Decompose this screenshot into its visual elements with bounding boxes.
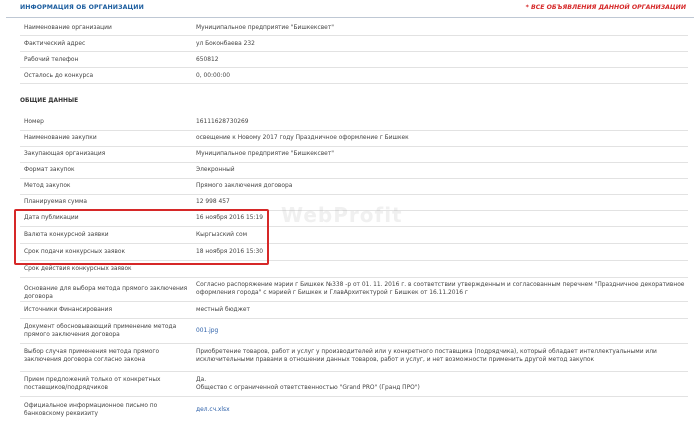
row-value: 0, 00:00:00 — [196, 73, 230, 79]
row-label: Прием предложений только от конкретных п… — [24, 377, 161, 391]
row-label: Документ обосновывающий применение метод… — [24, 324, 177, 338]
table-row: Фактический адрес ул Боконбаева 232 — [20, 38, 688, 52]
row-label: Официальное информационное письмо по бан… — [24, 403, 158, 417]
table-row: Срок действия конкурсных заявок — [20, 263, 688, 278]
row-label: Номер — [24, 119, 44, 125]
row-value: 16111628730269 — [196, 119, 249, 125]
table-row: Основание для выбора метода прямого закл… — [20, 279, 688, 302]
row-value: Согласно распоряжение мэрии г Бишкек №33… — [196, 282, 685, 296]
document-link[interactable]: 001.jpg — [196, 328, 686, 336]
table-row: Закупающая организация Муниципальное пре… — [20, 148, 688, 163]
row-label: Формат закупок — [24, 167, 75, 173]
all-org-announcements-link[interactable]: * ВСЕ ОБЪЯВЛЕНИЯ ДАННОЙ ОРГАНИЗАЦИИ — [526, 4, 686, 11]
table-row: Документ обосновывающий применение метод… — [20, 321, 688, 344]
table-row: Срок подачи конкурсных заявок 18 ноября … — [20, 246, 688, 261]
row-label: Источники Финансирования — [24, 307, 113, 313]
row-value: 12 998 457 — [196, 199, 230, 205]
org-section-title: ИНФОРМАЦИЯ ОБ ОРГАНИЗАЦИИ — [20, 4, 144, 11]
table-row: Выбор случая применения метода прямого з… — [20, 346, 688, 372]
row-value: 16 ноября 2016 15:19 — [196, 215, 263, 221]
row-value: 650812 — [196, 57, 219, 63]
table-row: Наименование организации Муниципальное п… — [20, 22, 688, 36]
table-row: Формат закупок Элекронный — [20, 164, 688, 179]
row-label: Фактический адрес — [24, 41, 86, 47]
table-row: Валюта конкурсной заявки Кыргызский сом — [20, 229, 688, 244]
row-value: Приобретение товаров, работ и услуг у пр… — [196, 349, 657, 363]
row-label: Срок подачи конкурсных заявок — [24, 249, 126, 255]
row-value: освещение к Новому 2017 году Праздничное… — [196, 135, 409, 141]
row-value: местный бюджет — [196, 307, 250, 313]
row-label: Метод закупок — [24, 183, 71, 189]
row-value: 18 ноября 2016 15:30 — [196, 249, 263, 255]
row-label: Дата публикации — [24, 215, 79, 221]
table-row: Осталось до конкурса 0, 00:00:00 — [20, 70, 688, 84]
row-label: Срок действия конкурсных заявок — [24, 266, 132, 272]
table-row: Номер 16111628730269 — [20, 116, 688, 131]
row-label: Наименование закупки — [24, 135, 97, 141]
row-value: Прямого заключения договора — [196, 183, 293, 189]
row-value: Да. Общество с ограниченной ответственно… — [196, 377, 420, 391]
row-label: Основание для выбора метода прямого закл… — [24, 286, 188, 300]
table-row: Источники Финансирования местный бюджет — [20, 304, 688, 319]
row-value: Муниципальное предприятие "Бишкексвет" — [196, 25, 334, 31]
row-value: Элекронный — [196, 167, 235, 173]
org-section-header: ИНФОРМАЦИЯ ОБ ОРГАНИЗАЦИИ * ВСЕ ОБЪЯВЛЕН… — [6, 0, 694, 18]
row-value: Муниципальное предприятие "Бишкексвет" — [196, 151, 334, 157]
row-label: Осталось до конкурса — [24, 73, 94, 79]
row-value: Кыргызский сом — [196, 232, 248, 238]
row-label: Планируемая сумма — [24, 199, 88, 205]
table-row: Прием предложений только от конкретных п… — [20, 374, 688, 397]
table-row: Наименование закупки освещение к Новому … — [20, 132, 688, 147]
row-label: Валюта конкурсной заявки — [24, 232, 109, 238]
row-value: ул Боконбаева 232 — [196, 41, 255, 47]
row-label: Закупающая организация — [24, 151, 106, 157]
bank-letter-link[interactable]: дел.сч.xlsx — [196, 407, 686, 415]
row-label: Выбор случая применения метода прямого з… — [24, 349, 160, 363]
table-row: Рабочий телефон 650812 — [20, 54, 688, 68]
general-section-title: ОБЩИЕ ДАННЫЕ — [20, 98, 79, 104]
table-row: Метод закупок Прямого заключения договор… — [20, 180, 688, 195]
watermark: WebProfit — [281, 203, 403, 227]
row-label: Наименование организации — [24, 25, 112, 31]
row-label: Рабочий телефон — [24, 57, 79, 63]
table-row: Официальное информационное письмо по бан… — [20, 400, 688, 424]
